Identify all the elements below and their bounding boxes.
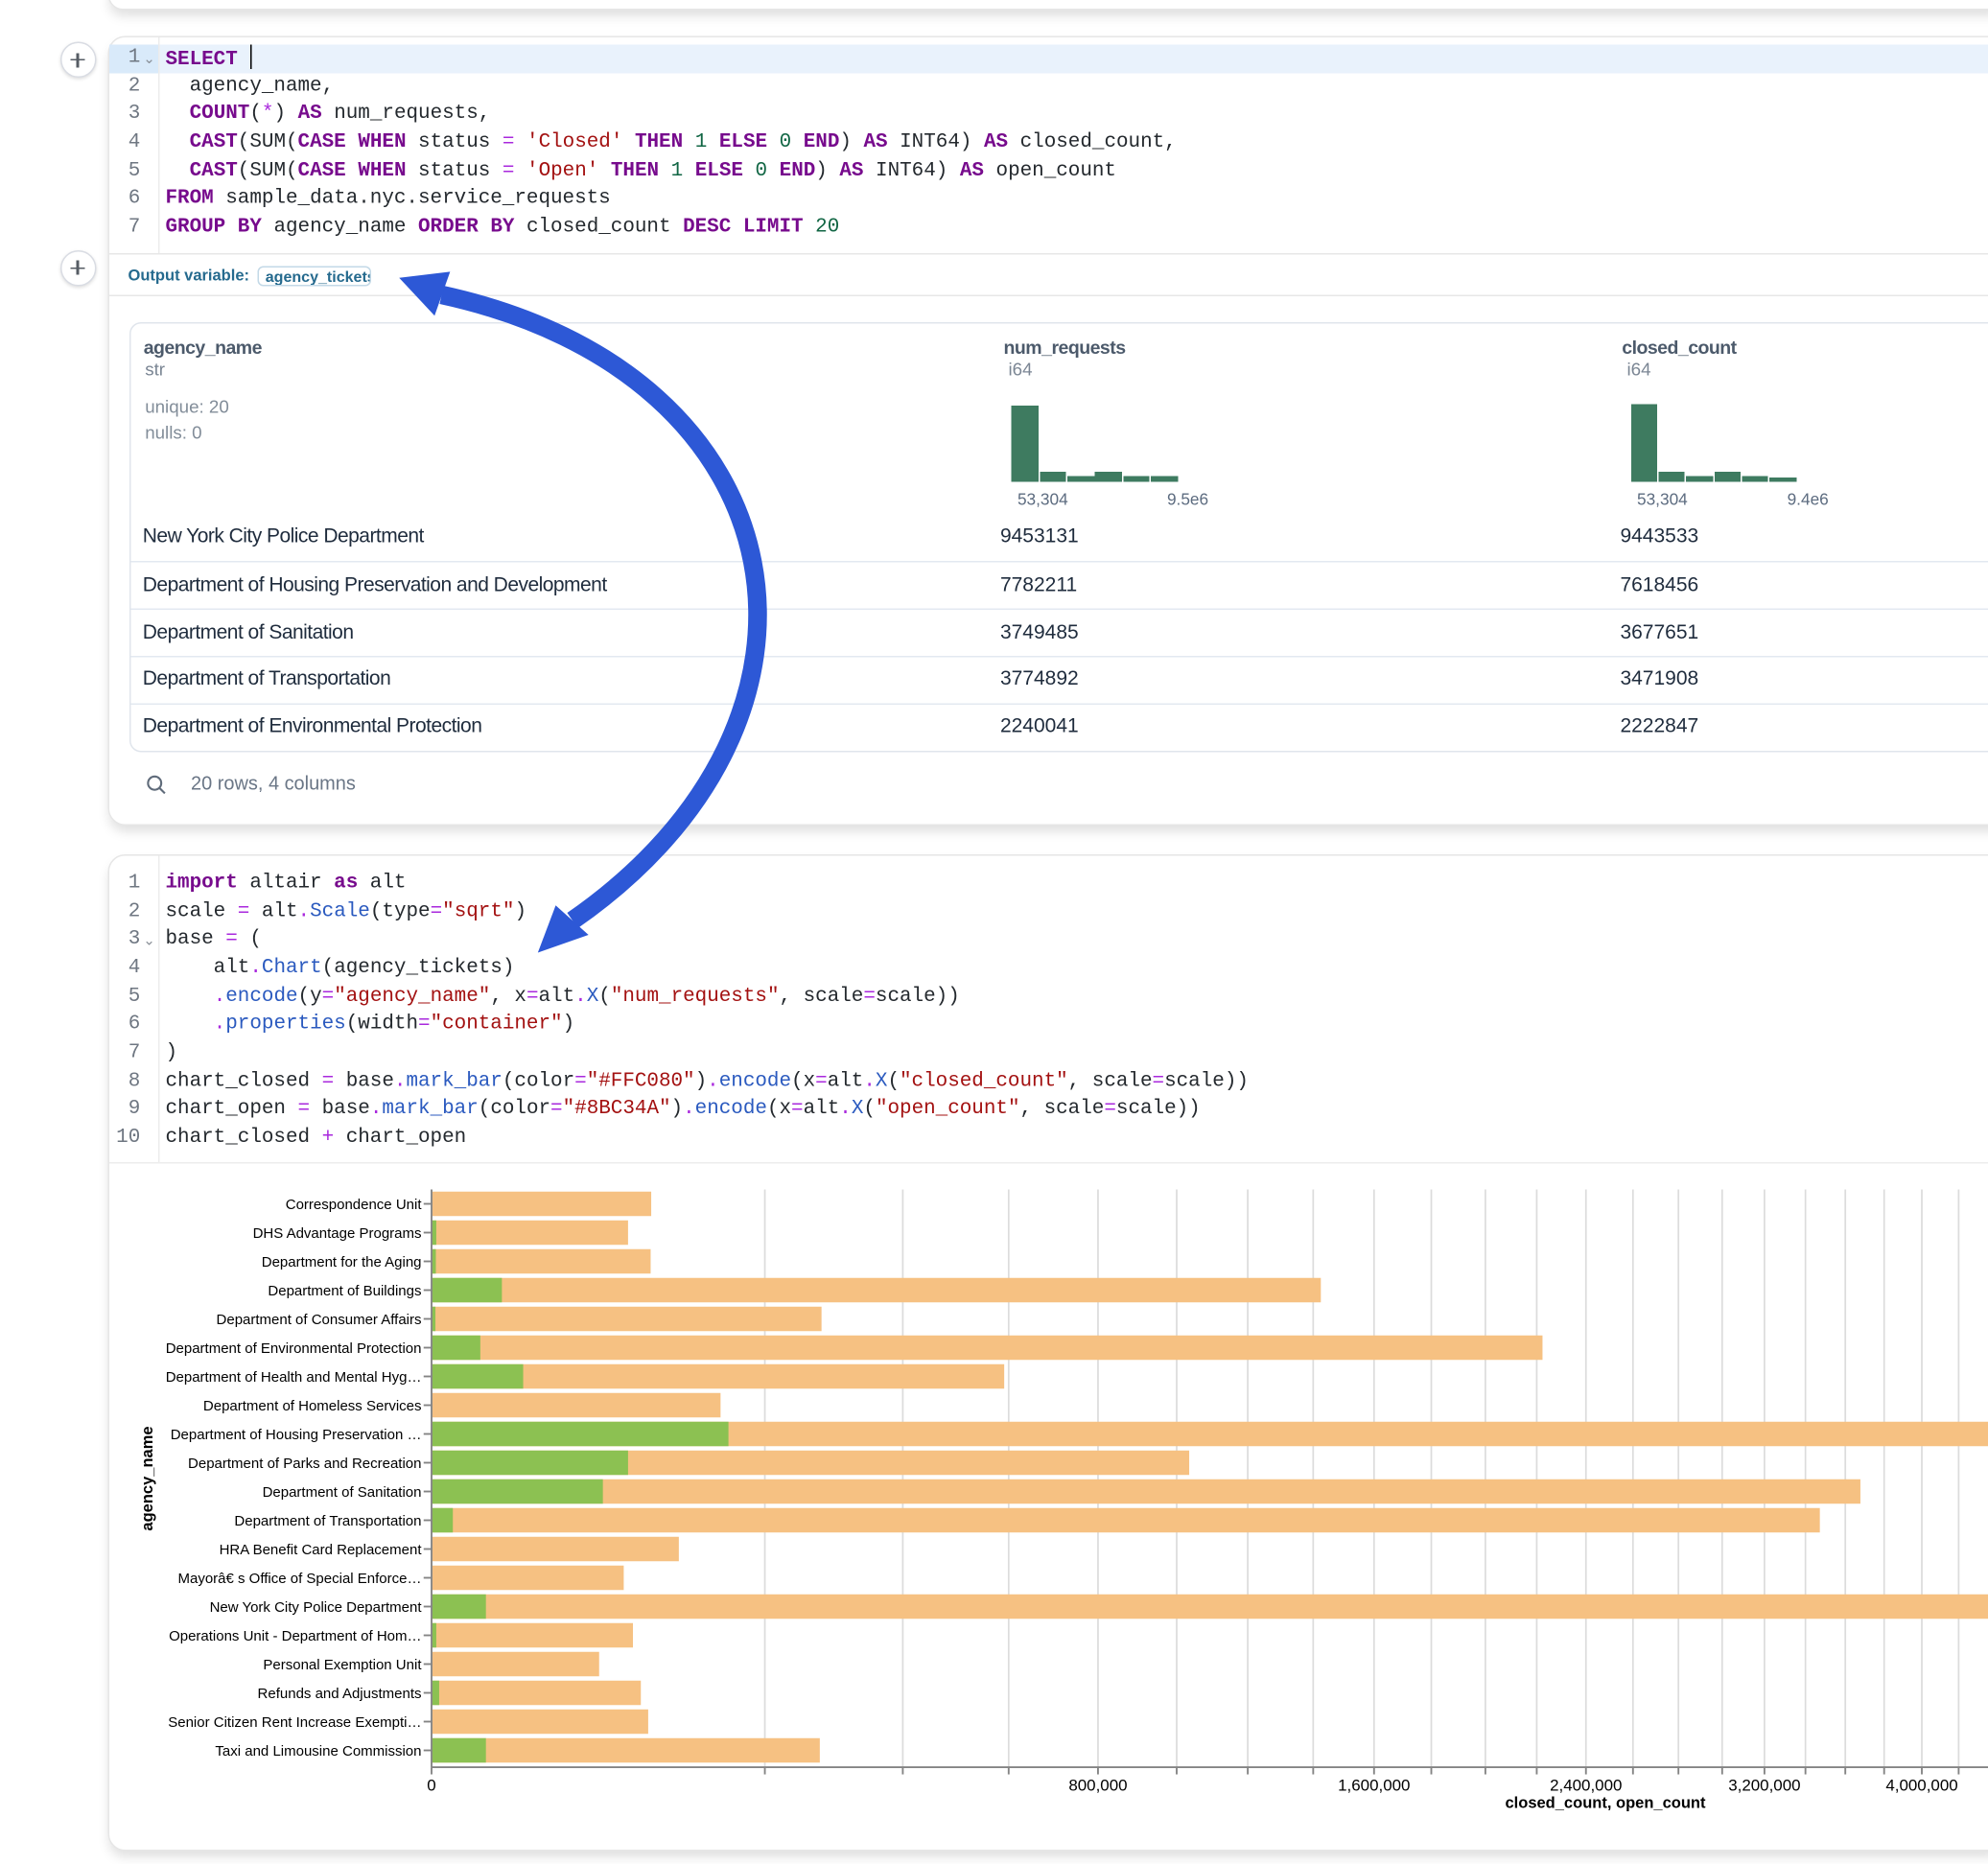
svg-text:Department of Consumer Affairs: Department of Consumer Affairs [217, 1312, 422, 1328]
svg-text:4,000,000: 4,000,000 [1885, 1777, 1957, 1795]
svg-text:Correspondence Unit: Correspondence Unit [286, 1197, 423, 1213]
svg-text:Refunds and Adjustments: Refunds and Adjustments [258, 1686, 422, 1702]
svg-text:HRA Benefit Card Replacement: HRA Benefit Card Replacement [220, 1542, 423, 1558]
svg-text:Department of Parks and Recrea: Department of Parks and Recreation [188, 1456, 421, 1472]
svg-text:Department for the Aging: Department for the Aging [262, 1254, 422, 1270]
svg-text:800,000: 800,000 [1068, 1777, 1127, 1795]
svg-text:Department of Housing Preserva: Department of Housing Preservation … [171, 1427, 422, 1443]
svg-text:0: 0 [427, 1777, 435, 1795]
svg-text:Department of Homeless Service: Department of Homeless Services [203, 1398, 422, 1414]
svg-text:Personal Exemption Unit: Personal Exemption Unit [263, 1657, 422, 1673]
svg-text:Department of Transportation: Department of Transportation [234, 1513, 421, 1529]
svg-text:Senior Citizen Rent Increase E: Senior Citizen Rent Increase Exempti… [168, 1714, 421, 1731]
svg-text:Operations Unit - Department o: Operations Unit - Department of Hom… [169, 1628, 421, 1644]
svg-text:closed_count, open_count: closed_count, open_count [1505, 1795, 1706, 1812]
svg-text:agency_name: agency_name [139, 1426, 156, 1530]
svg-text:Department of Environmental Pr: Department of Environmental Protection [166, 1340, 422, 1357]
svg-text:New York City Police Departmen: New York City Police Department [210, 1599, 423, 1616]
svg-text:3,200,000: 3,200,000 [1728, 1777, 1800, 1795]
svg-text:Taxi and Limousine Commission: Taxi and Limousine Commission [215, 1743, 421, 1759]
svg-text:Mayorâ€ s Office of Special En: Mayorâ€ s Office of Special Enforce… [177, 1571, 421, 1587]
svg-text:2,400,000: 2,400,000 [1550, 1777, 1622, 1795]
svg-text:1,600,000: 1,600,000 [1338, 1777, 1410, 1795]
svg-text:Department of Sanitation: Department of Sanitation [263, 1484, 422, 1501]
svg-text:DHS Advantage Programs: DHS Advantage Programs [253, 1225, 422, 1242]
svg-text:Department of Health and Menta: Department of Health and Mental Hyg… [166, 1369, 422, 1386]
svg-text:Department of Buildings: Department of Buildings [268, 1283, 421, 1299]
